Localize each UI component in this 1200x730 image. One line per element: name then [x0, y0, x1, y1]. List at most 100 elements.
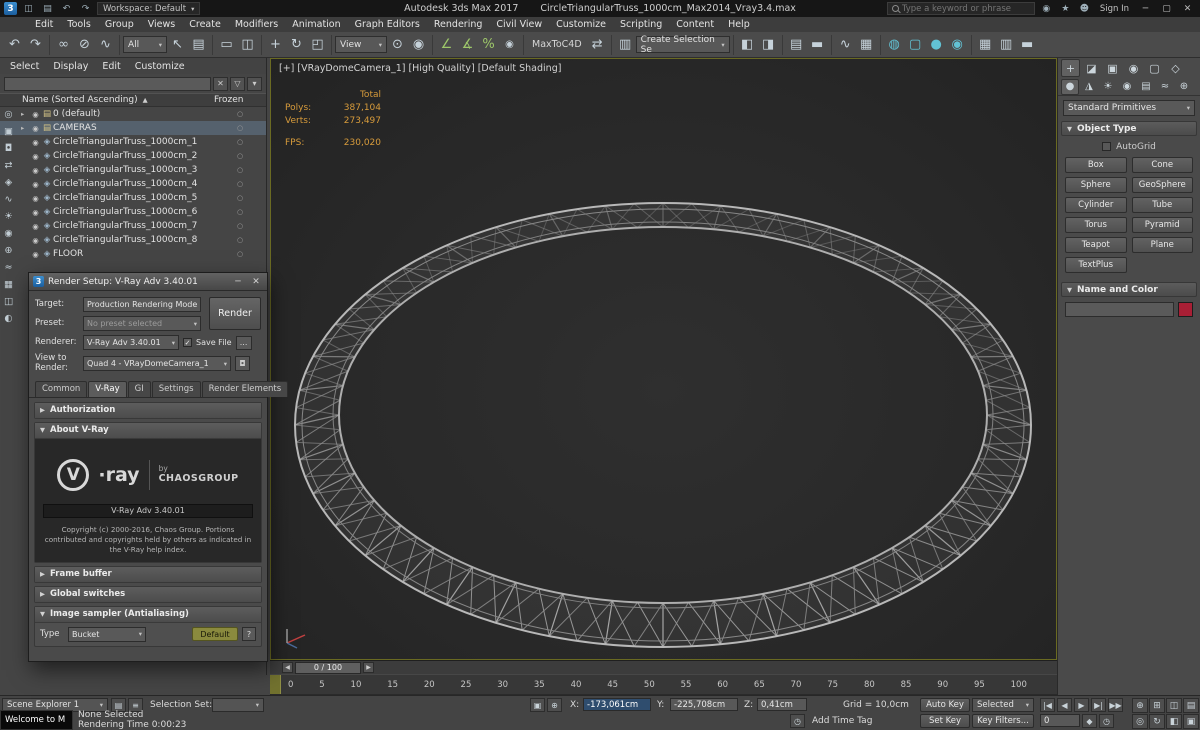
- time-slider-handle[interactable]: 0 / 100: [295, 661, 361, 674]
- time-tag-icon[interactable]: ◷: [790, 714, 805, 728]
- textplus-button[interactable]: TextPlus: [1065, 257, 1127, 273]
- zoom-all-icon[interactable]: ⊞: [1149, 698, 1165, 713]
- field-of-view-icon[interactable]: ▤: [1183, 698, 1199, 713]
- selection-filter-dropdown[interactable]: All ▾: [123, 36, 167, 53]
- z-coordinate-field[interactable]: 0,41cm: [757, 698, 807, 711]
- pin-explorer-icon[interactable]: ▣: [1, 123, 17, 139]
- category-spacewarps-icon[interactable]: ≈: [1156, 79, 1174, 95]
- key-filters-button[interactable]: Key Filters...: [972, 714, 1034, 728]
- viewport-label[interactable]: [+] [VRayDomeCamera_1] [High Quality] [D…: [279, 63, 561, 74]
- play-animation-icon[interactable]: ▶: [1074, 698, 1089, 712]
- maxtoc4d-plugin-label[interactable]: MaxToC4D: [527, 39, 587, 50]
- rollout-global-switches[interactable]: ▶ Global switches: [35, 586, 261, 602]
- perspective-viewport[interactable]: [+] [VRayDomeCamera_1] [High Quality] [D…: [270, 58, 1057, 660]
- select-and-manipulate-icon[interactable]: ◉: [408, 34, 429, 55]
- visibility-icon[interactable]: ◉: [30, 124, 41, 133]
- spinner-snap-icon[interactable]: ◉: [499, 34, 520, 55]
- se-menu-customize[interactable]: Customize: [135, 61, 185, 72]
- frozen-toggle-icon[interactable]: ○: [214, 250, 266, 258]
- tab-motion-icon[interactable]: ◉: [1124, 59, 1143, 77]
- track-bar-marker[interactable]: [270, 675, 281, 694]
- edit-named-selection-icon[interactable]: ▥: [615, 34, 636, 55]
- maxtoc4d-export-icon[interactable]: ⇄: [587, 34, 608, 55]
- table-row[interactable]: ◉ ◈ CircleTriangularTruss_1000cm_1 ○: [0, 135, 266, 149]
- save-file-icon[interactable]: ▤: [40, 4, 55, 14]
- scene-search-input[interactable]: [4, 76, 211, 91]
- category-geometry-icon[interactable]: ●: [1061, 78, 1079, 95]
- current-frame-field[interactable]: 0: [1040, 714, 1080, 727]
- scene-explorer-toggle-icon[interactable]: ▦: [975, 34, 996, 55]
- tube-button[interactable]: Tube: [1131, 197, 1193, 213]
- zoom-region-icon[interactable]: ◧: [1166, 714, 1182, 729]
- help-search-box[interactable]: [886, 2, 1035, 15]
- plane-button[interactable]: Plane: [1131, 237, 1193, 253]
- isolate-selection-icon[interactable]: ▣: [530, 698, 545, 712]
- render-iterative-icon[interactable]: ◉: [947, 34, 968, 55]
- table-row[interactable]: ◉ ◈ CircleTriangularTruss_1000cm_8 ○: [0, 233, 266, 247]
- go-to-start-icon[interactable]: |◀: [1040, 698, 1055, 712]
- menu-civil-view[interactable]: Civil View: [489, 19, 549, 30]
- percent-snap-icon[interactable]: %: [478, 34, 499, 55]
- frozen-toggle-icon[interactable]: ○: [214, 222, 266, 230]
- use-pivot-point-icon[interactable]: ⊙: [387, 34, 408, 55]
- se-menu-edit[interactable]: Edit: [102, 61, 120, 72]
- visibility-icon[interactable]: ◉: [30, 194, 41, 203]
- view-to-render-dropdown[interactable]: Quad 4 - VRayDomeCamera_1 ▾: [83, 356, 231, 372]
- previous-frame-icon[interactable]: ◀: [1057, 698, 1072, 712]
- frozen-column-header[interactable]: Frozen: [214, 95, 266, 105]
- name-column-header[interactable]: Name (Sorted Ascending): [22, 95, 138, 105]
- filter-shapes-icon[interactable]: ∿: [1, 191, 17, 207]
- table-row[interactable]: ◉ ◈ CircleTriangularTruss_1000cm_4 ○: [0, 177, 266, 191]
- frozen-toggle-icon[interactable]: ○: [214, 180, 266, 188]
- x-coordinate-field[interactable]: -173,061cm: [583, 698, 651, 711]
- sign-in-link[interactable]: Sign In: [1096, 4, 1133, 14]
- pyramid-button[interactable]: Pyramid: [1131, 217, 1193, 233]
- filter-groups-icon[interactable]: ▦: [1, 276, 17, 292]
- tab-utilities-icon[interactable]: ◇: [1166, 59, 1185, 77]
- visibility-icon[interactable]: ◉: [30, 250, 41, 259]
- menu-modifiers[interactable]: Modifiers: [228, 19, 285, 30]
- y-coordinate-field[interactable]: -225,708cm: [670, 698, 738, 711]
- geosphere-button[interactable]: GeoSphere: [1131, 177, 1193, 193]
- primitive-category-dropdown[interactable]: Standard Primitives ▾: [1063, 100, 1195, 116]
- category-shapes-icon[interactable]: ◮: [1080, 79, 1098, 95]
- snap-toggle-3d-icon[interactable]: ∠: [436, 34, 457, 55]
- tab-hierarchy-icon[interactable]: ▣: [1103, 59, 1122, 77]
- reference-coordinate-dropdown[interactable]: View ▾: [335, 36, 387, 53]
- menu-graph-editors[interactable]: Graph Editors: [348, 19, 427, 30]
- sync-selection-icon[interactable]: ⇄: [1, 157, 17, 173]
- frozen-toggle-icon[interactable]: ○: [214, 166, 266, 174]
- curve-editor-icon[interactable]: ∿: [835, 34, 856, 55]
- visibility-icon[interactable]: ◉: [30, 180, 41, 189]
- frozen-toggle-icon[interactable]: ○: [214, 236, 266, 244]
- tab-vray[interactable]: V-Ray: [88, 380, 127, 397]
- favorites-icon[interactable]: ★: [1058, 4, 1073, 14]
- clear-search-icon[interactable]: ✕: [213, 76, 228, 91]
- se-menu-display[interactable]: Display: [53, 61, 88, 72]
- select-and-scale-icon[interactable]: ◰: [307, 34, 328, 55]
- frozen-toggle-icon[interactable]: ○: [214, 152, 266, 160]
- torus-button[interactable]: Torus: [1065, 217, 1127, 233]
- object-color-swatch[interactable]: [1178, 302, 1193, 317]
- offset-mode-icon[interactable]: ⊕: [547, 698, 562, 712]
- user-icon[interactable]: ☻: [1077, 4, 1092, 14]
- time-slider[interactable]: ◀ 0 / 100 ▶: [270, 660, 1057, 674]
- frozen-toggle-icon[interactable]: ○: [214, 138, 266, 146]
- filter-xrefs-icon[interactable]: ◫: [1, 293, 17, 309]
- go-to-end-icon[interactable]: ▶▶: [1108, 698, 1123, 712]
- filter-cameras-icon[interactable]: ◉: [1, 225, 17, 241]
- sphere-button[interactable]: Sphere: [1065, 177, 1127, 193]
- filter-geometry-icon[interactable]: ◈: [1, 174, 17, 190]
- cone-button[interactable]: Cone: [1131, 157, 1193, 173]
- select-object-icon[interactable]: ↖: [167, 34, 188, 55]
- tab-common[interactable]: Common: [35, 380, 88, 397]
- filter-spacewarps-icon[interactable]: ≈: [1, 259, 17, 275]
- teapot-button[interactable]: Teapot: [1065, 237, 1127, 253]
- truss-3d-model[interactable]: [271, 59, 1056, 659]
- rollout-image-sampler[interactable]: ▼ Image sampler (Antialiasing): [35, 606, 261, 622]
- unlink-selection-icon[interactable]: ⊘: [74, 34, 95, 55]
- category-systems-icon[interactable]: ⊕: [1175, 79, 1193, 95]
- tab-display-icon[interactable]: ▢: [1145, 59, 1164, 77]
- object-name-field[interactable]: [1065, 302, 1174, 317]
- frame-back-icon[interactable]: ◀: [282, 662, 293, 673]
